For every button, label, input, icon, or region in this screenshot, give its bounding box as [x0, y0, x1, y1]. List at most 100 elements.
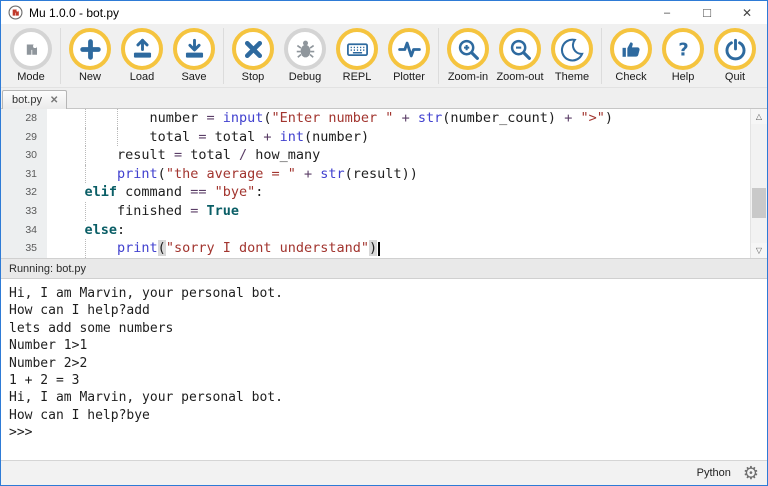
code-area[interactable]: number = input("Enter number " + str(num… — [47, 109, 750, 258]
toolbar-button-load[interactable]: Load — [116, 28, 168, 83]
console-line: How can I help?add — [9, 302, 759, 319]
code-line-31[interactable]: print("the average = " + str(result)) — [47, 165, 750, 184]
scrollbar-thumb[interactable] — [752, 188, 766, 218]
indent-guide — [85, 128, 86, 147]
indent-guide — [85, 202, 86, 221]
code-token: else — [85, 222, 118, 238]
toolbar-button-label: Debug — [289, 71, 321, 83]
code-token: = — [174, 147, 182, 163]
code-token: int — [280, 129, 304, 145]
toolbar-button-check[interactable]: Check — [605, 28, 657, 83]
code-token: ( — [158, 240, 166, 256]
code-token: ) — [369, 240, 377, 256]
code-token: total — [150, 129, 199, 145]
question-icon: ? — [662, 28, 704, 70]
toolbar-button-plotter[interactable]: Plotter — [383, 28, 435, 83]
toolbar-separator — [601, 28, 602, 84]
toolbar-button-label: Zoom-in — [448, 71, 488, 83]
toolbar-button-zoom-in[interactable]: Zoom-in — [442, 28, 494, 83]
line-number: 30 — [1, 146, 37, 165]
code-token: + — [304, 166, 312, 182]
bug-icon — [284, 28, 326, 70]
thumbs-up-icon — [610, 28, 652, 70]
toolbar-button-stop[interactable]: Stop — [227, 28, 279, 83]
scroll-up-icon[interactable]: △ — [751, 109, 767, 124]
line-number: 34 — [1, 221, 37, 240]
indent-guide — [85, 109, 86, 128]
toolbar-button-save[interactable]: Save — [168, 28, 220, 83]
console-line: >>> — [9, 424, 759, 441]
zoom-out-icon — [499, 28, 541, 70]
toolbar-button-label: Zoom-out — [496, 71, 543, 83]
gear-icon[interactable]: ⚙ — [743, 464, 759, 482]
tab-close-icon[interactable]: ✕ — [50, 95, 58, 106]
code-token: print — [117, 166, 158, 182]
toolbar-button-new[interactable]: New — [64, 28, 116, 83]
code-token: total — [206, 129, 263, 145]
code-token — [410, 110, 418, 126]
toolbar-button-label: Plotter — [393, 71, 425, 83]
moon-icon — [551, 28, 593, 70]
indent-guide — [85, 239, 86, 258]
code-line-32[interactable]: elif command == "bye": — [47, 183, 750, 202]
maximize-button[interactable]: □ — [687, 1, 727, 24]
code-editor[interactable]: 2829303132333435 number = input("Enter n… — [1, 109, 767, 258]
code-line-30[interactable]: result = total / how_many — [47, 146, 750, 165]
code-line-33[interactable]: finished = True — [47, 202, 750, 221]
toolbar-button-debug[interactable]: Debug — [279, 28, 331, 83]
minimize-button[interactable]: – — [647, 1, 687, 24]
code-token — [272, 129, 280, 145]
code-token: "Enter number " — [272, 110, 394, 126]
code-line-34[interactable]: else: — [47, 221, 750, 240]
text-caret — [378, 242, 380, 256]
toolbar-button-mode[interactable]: Mode — [5, 28, 57, 83]
code-token: command — [117, 184, 190, 200]
code-token: total — [182, 147, 239, 163]
line-number: 32 — [1, 183, 37, 202]
toolbar-button-help[interactable]: ?Help — [657, 28, 709, 83]
editor-scrollbar[interactable]: △ ▽ — [750, 109, 767, 258]
tab-bot-py[interactable]: bot.py ✕ — [2, 90, 67, 109]
scroll-down-icon[interactable]: ▽ — [751, 243, 767, 258]
console-line: Number 1>1 — [9, 337, 759, 354]
indent-guide — [117, 128, 118, 147]
code-line-28[interactable]: number = input("Enter number " + str(num… — [47, 109, 750, 128]
line-number: 28 — [1, 109, 37, 128]
code-token — [556, 110, 564, 126]
code-token: ">" — [580, 110, 604, 126]
code-token: str — [418, 110, 442, 126]
code-token: ) — [605, 110, 613, 126]
close-button[interactable]: ✕ — [727, 1, 767, 24]
code-token: elif — [85, 184, 118, 200]
stop-icon — [232, 28, 274, 70]
code-token: result — [117, 147, 174, 163]
code-token: ( — [263, 110, 271, 126]
code-token: input — [223, 110, 264, 126]
window-title: Mu 1.0.0 - bot.py — [29, 6, 119, 20]
code-token: print — [117, 240, 158, 256]
toolbar-button-label: Mode — [17, 71, 45, 83]
code-line-29[interactable]: total = total + int(number) — [47, 128, 750, 147]
toolbar-button-label: Quit — [725, 71, 745, 83]
keyboard-icon — [336, 28, 378, 70]
code-token — [393, 110, 401, 126]
code-token: how_many — [247, 147, 320, 163]
mu-editor-window: Mu 1.0.0 - bot.py –□✕ ModeNewLoadSaveSto… — [0, 0, 768, 486]
toolbar-button-quit[interactable]: Quit — [709, 28, 761, 83]
code-token: + — [263, 129, 271, 145]
toolbar-button-repl[interactable]: REPL — [331, 28, 383, 83]
toolbar-separator — [60, 28, 61, 84]
toolbar-button-zoom-out[interactable]: Zoom-out — [494, 28, 546, 83]
indent-guide — [85, 165, 86, 184]
indent-guide — [117, 109, 118, 128]
console-line: 1 + 2 = 3 — [9, 372, 759, 389]
plus-icon — [69, 28, 111, 70]
console-line: Hi, I am Marvin, your personal bot. — [9, 389, 759, 406]
scrollbar-track[interactable] — [751, 124, 767, 243]
code-line-35[interactable]: print("sorry I dont understand") — [47, 239, 750, 258]
code-token: ( — [158, 166, 166, 182]
mode-indicator: Python — [697, 467, 731, 479]
toolbar-button-theme[interactable]: Theme — [546, 28, 598, 83]
code-token: (result)) — [345, 166, 418, 182]
console-output[interactable]: Hi, I am Marvin, your personal bot. How c… — [1, 279, 767, 460]
